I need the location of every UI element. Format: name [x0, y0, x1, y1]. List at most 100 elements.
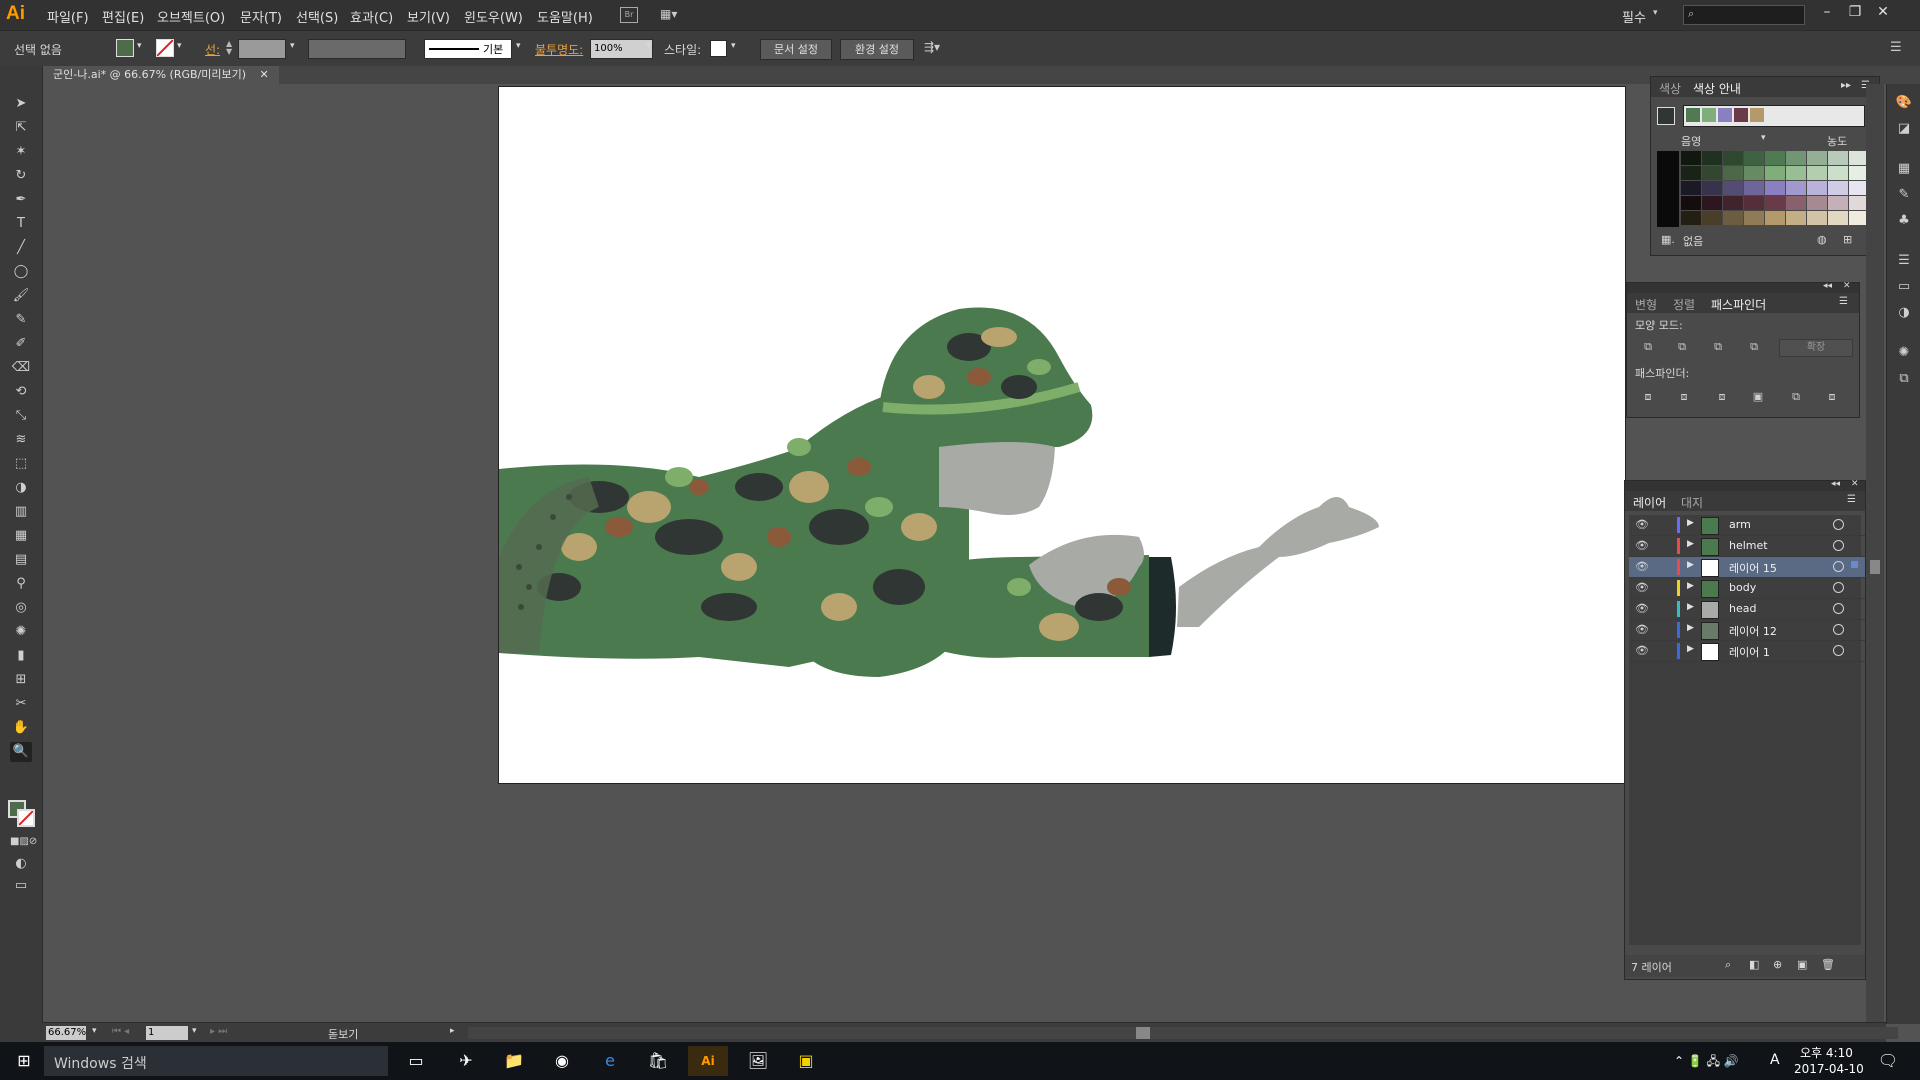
menu-edit[interactable]: 편집(E): [102, 7, 144, 26]
tab-align[interactable]: 정렬: [1673, 296, 1695, 313]
stroke-weight-input[interactable]: [238, 39, 286, 59]
control-panel-menu-icon[interactable]: ☰: [1890, 40, 1902, 55]
perspective-grid-tool-icon[interactable]: ▥: [10, 502, 32, 522]
variation-swatch[interactable]: [1786, 166, 1806, 180]
variation-swatch[interactable]: [1828, 196, 1848, 210]
arrange-documents-icon[interactable]: ▦▾: [660, 7, 682, 21]
variation-swatch[interactable]: [1807, 181, 1827, 195]
collapse-icon[interactable]: ▸▸: [1841, 80, 1851, 91]
variation-swatch[interactable]: [1807, 151, 1827, 165]
color-mode-icons[interactable]: ■▨⊘: [10, 832, 37, 852]
expand-arrow-icon[interactable]: ▶: [1687, 539, 1694, 549]
new-layer-icon[interactable]: ▣: [1797, 958, 1807, 971]
visibility-eye-icon[interactable]: 👁: [1635, 602, 1649, 615]
swatch-library-icon[interactable]: ▦.: [1661, 233, 1675, 246]
symbol-sprayer-tool-icon[interactable]: ✺: [10, 622, 32, 642]
scale-tool-icon[interactable]: ⤡: [10, 406, 32, 426]
layer-name[interactable]: 레이어 1: [1729, 644, 1770, 660]
target-circle-icon[interactable]: [1833, 603, 1844, 614]
menu-select[interactable]: 선택(S): [296, 7, 338, 26]
edit-colors-icon[interactable]: ◍: [1817, 233, 1827, 246]
collapse-icon[interactable]: ◂◂: [1823, 281, 1832, 291]
variation-swatch[interactable]: [1744, 211, 1764, 225]
harmony-rules-bar[interactable]: [1683, 105, 1865, 127]
variation-swatch[interactable]: [1723, 196, 1743, 210]
brush-dropdown-icon[interactable]: ▾: [516, 41, 521, 51]
variation-swatch[interactable]: [1828, 166, 1848, 180]
visibility-eye-icon[interactable]: 👁: [1635, 581, 1649, 594]
trim-icon[interactable]: ⧈: [1675, 389, 1693, 405]
close-tab-icon[interactable]: ✕: [260, 68, 269, 81]
stroke-dropdown-icon[interactable]: ▾: [177, 41, 182, 51]
tray-icons[interactable]: ⌃ 🔋 🖧 🔊: [1674, 1052, 1739, 1073]
variation-swatch[interactable]: [1828, 151, 1848, 165]
ime-indicator[interactable]: A: [1770, 1052, 1780, 1068]
horizontal-scrollbar[interactable]: [468, 1027, 1898, 1039]
variation-swatch[interactable]: [1765, 196, 1785, 210]
horizontal-scroll-thumb[interactable]: [1136, 1027, 1150, 1039]
opacity-dropdown-icon[interactable]: ▾: [646, 41, 651, 51]
variation-swatch[interactable]: [1786, 181, 1806, 195]
expand-button[interactable]: 확장: [1779, 339, 1853, 357]
tab-pathfinder[interactable]: 패스파인더: [1711, 296, 1766, 313]
line-tool-icon[interactable]: ╱: [10, 238, 32, 258]
slice-tool-icon[interactable]: ✂: [10, 694, 32, 714]
restore-button[interactable]: ❐: [1842, 2, 1868, 24]
color-panel-icon[interactable]: 🎨: [1895, 94, 1913, 112]
warp-tool-icon[interactable]: ≋: [10, 430, 32, 450]
draw-mode-icon[interactable]: ◐: [10, 854, 32, 874]
variation-swatch[interactable]: [1702, 196, 1722, 210]
edge-icon[interactable]: e: [590, 1046, 630, 1076]
mesh-tool-icon[interactable]: ▦: [10, 526, 32, 546]
next-artboard-icon[interactable]: ▸ ⏭: [210, 1026, 227, 1037]
menu-type[interactable]: 문자(T): [240, 7, 282, 26]
artboard-tool-icon[interactable]: ⊞: [10, 670, 32, 690]
preferences-button[interactable]: 환경 설정: [840, 39, 914, 60]
zoom-field[interactable]: 66.67%: [46, 1026, 86, 1040]
expand-arrow-icon[interactable]: ▶: [1687, 581, 1694, 591]
variation-swatch[interactable]: [1807, 166, 1827, 180]
target-circle-icon[interactable]: [1833, 519, 1844, 530]
graphic-styles-icon[interactable]: ⧉: [1895, 370, 1913, 388]
layer-row[interactable]: 👁 ▶ head: [1629, 599, 1865, 620]
variation-swatch[interactable]: [1765, 151, 1785, 165]
menu-window[interactable]: 윈도우(W): [464, 7, 523, 26]
rotate-tool-icon[interactable]: ⟲: [10, 382, 32, 402]
shape-builder-tool-icon[interactable]: ◑: [10, 478, 32, 498]
type-tool-icon[interactable]: T: [10, 214, 32, 234]
eraser-tool-icon[interactable]: ⌫: [10, 358, 32, 378]
hand-tool-icon[interactable]: ✋: [10, 718, 32, 738]
variation-swatch[interactable]: [1681, 181, 1701, 195]
stroke-weight-dropdown-icon[interactable]: ▾: [290, 41, 295, 51]
minus-back-icon[interactable]: ⧈: [1823, 389, 1841, 405]
variation-swatch[interactable]: [1702, 211, 1722, 225]
close-button[interactable]: ✕: [1870, 2, 1896, 24]
search-field[interactable]: ⌕: [1683, 5, 1805, 25]
layer-name[interactable]: body: [1729, 581, 1756, 594]
menu-effect[interactable]: 효과(C): [350, 7, 393, 26]
notification-center-icon[interactable]: 🗨: [1868, 1046, 1908, 1076]
layer-name[interactable]: helmet: [1729, 539, 1768, 552]
graphic-style-swatch[interactable]: [710, 40, 727, 57]
stroke-swatch[interactable]: [156, 39, 174, 57]
clock-date[interactable]: 2017-04-10: [1794, 1062, 1864, 1076]
visibility-eye-icon[interactable]: 👁: [1635, 560, 1649, 573]
selection-indicator[interactable]: [1851, 561, 1858, 568]
tab-transform[interactable]: 변형: [1635, 296, 1657, 313]
visibility-eye-icon[interactable]: 👁: [1635, 518, 1649, 531]
illustrator-taskbar-icon[interactable]: Ai: [688, 1046, 728, 1076]
magic-wand-tool-icon[interactable]: ✶: [10, 142, 32, 162]
eyedropper-tool-icon[interactable]: ⚲: [10, 574, 32, 594]
variation-swatch[interactable]: [1744, 151, 1764, 165]
stroke-stepper[interactable]: ▲ ▼: [226, 40, 232, 56]
style-dropdown-icon[interactable]: ▾: [731, 41, 736, 51]
pinned-app-icon[interactable]: ✈: [446, 1046, 486, 1076]
menu-help[interactable]: 도움말(H): [537, 7, 593, 26]
expand-arrow-icon[interactable]: ▶: [1687, 560, 1694, 570]
layer-name[interactable]: 레이어 12: [1729, 623, 1777, 639]
variation-swatch[interactable]: [1702, 166, 1722, 180]
fill-swatch[interactable]: [116, 39, 134, 57]
save-group-icon[interactable]: ⊞: [1843, 233, 1852, 246]
target-circle-icon[interactable]: [1833, 582, 1844, 593]
paintbrush-tool-icon[interactable]: 🖌: [10, 286, 32, 306]
